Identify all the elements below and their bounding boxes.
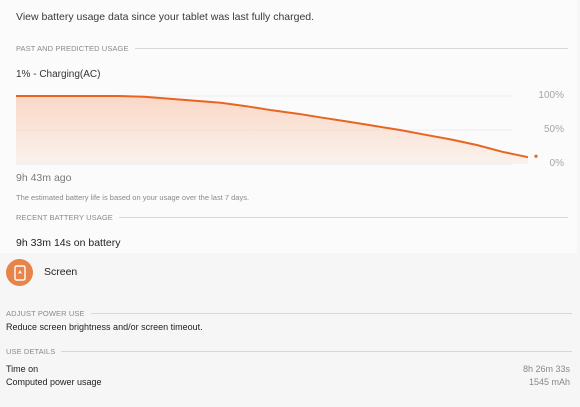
detail-label-time-on: Time on [6,364,39,374]
y-label-100: 100% [538,90,564,101]
y-label-50: 50% [543,124,564,135]
adjust-power-header-label: ADJUST POWER USE [6,309,85,318]
divider [134,48,568,49]
divider [61,351,572,352]
app-usage-item-screen[interactable]: Screen [0,256,580,290]
y-label-0: 0% [549,158,564,169]
past-predicted-header: PAST AND PREDICTED USAGE [16,44,568,53]
elapsed-time: 9h 43m ago [16,172,72,184]
adjust-power-header: ADJUST POWER USE [6,309,572,318]
recent-usage-header: RECENT BATTERY USAGE [16,213,568,222]
battery-chart: 100% 50% 0% [16,88,576,172]
use-details-header: USE DETAILS [6,347,572,356]
divider [118,217,568,218]
battery-line-end [534,154,538,158]
tablet-icon [6,259,33,286]
divider [90,313,572,314]
recent-usage-header-label: RECENT BATTERY USAGE [16,213,113,222]
past-predicted-header-label: PAST AND PREDICTED USAGE [16,44,129,53]
estimate-note: The estimated battery life is based on y… [16,193,250,202]
detail-label-power-usage: Computed power usage [6,377,102,387]
intro-text: View battery usage data since your table… [16,11,315,23]
battery-usage-page: View battery usage data since your table… [0,0,580,407]
use-details-header-label: USE DETAILS [6,347,56,356]
app-usage-item-label: Screen [44,266,78,278]
charging-status: 1% - Charging(AC) [16,69,101,80]
on-battery-duration: 9h 33m 14s on battery [16,237,121,249]
detail-value-power-usage: 1545 mAh [528,377,570,387]
battery-chart-svg [16,95,538,165]
detail-value-time-on: 8h 26m 33s [522,364,570,374]
adjust-power-text: Reduce screen brightness and/or screen t… [6,322,203,332]
